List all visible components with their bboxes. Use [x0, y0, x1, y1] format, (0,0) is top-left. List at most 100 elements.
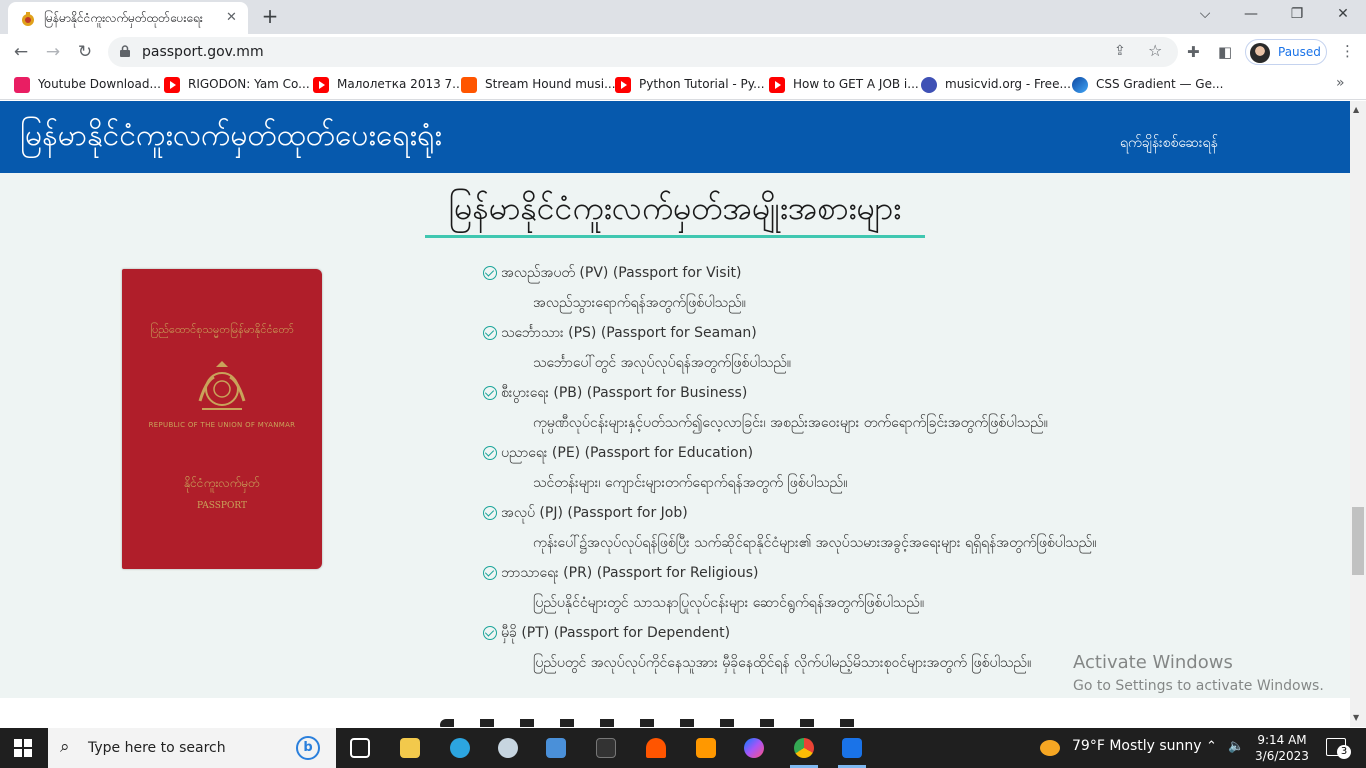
passport-type-desc: ပြည်ပတွင် အလုပ်လုပ်ကိုင်နေသူအား မှီခိုနေ… — [533, 655, 1032, 671]
bookmark-star-icon[interactable]: ☆ — [1148, 41, 1162, 60]
passport-cover-word: PASSPORT — [197, 501, 247, 511]
passport-type-name: စီးပွားရေး (PB) (Passport for Business) — [501, 385, 748, 401]
page-scrollbar[interactable]: ▲ ▼ — [1350, 101, 1366, 727]
globe-icon — [921, 77, 937, 93]
passport-type-desc: အလည်သွားရောက်ရန်အတွက်ဖြစ်ပါသည်။ — [533, 295, 746, 311]
avatar — [1250, 43, 1270, 63]
passport-type-name: ပညာရေး (PE) (Passport for Education) — [501, 445, 754, 461]
css-gradient-icon — [1072, 77, 1088, 93]
lock-icon — [120, 45, 130, 57]
messenger-icon[interactable] — [730, 728, 778, 768]
check-circle-icon — [483, 506, 497, 520]
passport-type-desc: ကုန်းပေါ်၌အလုပ်လုပ်ရန်ဖြစ်ပြီး သက်ဆိုင်ရ… — [533, 535, 1097, 551]
passport-type-name: သင်္ဘောသား (PS) (Passport for Seaman) — [501, 325, 757, 341]
check-circle-icon — [483, 386, 497, 400]
passport-type-name: အလည်အပတ် (PV) (Passport for Visit) — [501, 265, 742, 281]
scroll-up-icon[interactable]: ▲ — [1353, 105, 1359, 114]
bing-icon[interactable]: b — [296, 736, 320, 760]
browser-tab[interactable]: မြန်မာနိုင်ငံကူးလက်မှတ်ထုတ်ပေးရေး ✕ — [8, 2, 248, 34]
passport-type-list: အလည်အပတ် (PV) (Passport for Visit) အလည်သ… — [483, 263, 1343, 683]
browser-toolbar: ← → ↻ passport.gov.mm ⇪ ☆ ✚ ◧ Paused ⋮ — [0, 34, 1366, 70]
telegram-icon[interactable] — [436, 728, 484, 768]
passport-cover-english-text: REPUBLIC OF THE UNION OF MYANMAR — [148, 421, 296, 429]
weather-text: 79°F Mostly sunny — [1072, 738, 1202, 754]
new-tab-button[interactable]: + — [258, 4, 282, 28]
check-circle-icon — [483, 446, 497, 460]
profile-status: Paused — [1278, 45, 1321, 59]
file-explorer-icon[interactable] — [386, 728, 434, 768]
extensions-icon[interactable]: ✚ — [1187, 43, 1200, 61]
myanmar-emblem-icon — [22, 12, 34, 26]
steam-icon[interactable] — [484, 728, 532, 768]
scrollbar-thumb[interactable] — [1352, 507, 1364, 575]
sublime-text-icon[interactable] — [682, 728, 730, 768]
bookmarks-bar: Youtube Download... RIGODON: Yam Co... М… — [0, 70, 1366, 100]
soundcloud-app-icon[interactable] — [632, 728, 680, 768]
list-item: အလည်အပတ် (PV) (Passport for Visit) အလည်သ… — [483, 263, 1343, 323]
check-circle-icon — [483, 626, 497, 640]
volume-icon[interactable]: 🔈 — [1228, 739, 1244, 754]
list-item: စီးပွားရေး (PB) (Passport for Business) … — [483, 383, 1343, 443]
side-panel-icon[interactable]: ◧ — [1218, 43, 1232, 61]
reload-button[interactable]: ↻ — [72, 39, 98, 65]
address-bar[interactable]: passport.gov.mm ⇪ ☆ — [108, 37, 1178, 67]
passport-type-desc: ကုမ္ပဏီလုပ်ငန်းများနှင့်ပတ်သက်၍လေ့လာခြင်… — [533, 415, 1048, 431]
badge-app-icon[interactable] — [828, 728, 876, 768]
youtube-icon — [313, 77, 329, 93]
scroll-down-icon[interactable]: ▼ — [1353, 713, 1359, 722]
tab-title: မြန်မာနိုင်ငံကူးလက်မှတ်ထုတ်ပေးရေး — [44, 11, 203, 25]
url-text: passport.gov.mm — [142, 44, 264, 60]
youtube-icon — [769, 77, 785, 93]
watermark-subtitle: Go to Settings to activate Windows. — [1073, 678, 1324, 694]
windows-start-icon[interactable] — [14, 739, 32, 757]
state-seal-icon — [198, 361, 246, 410]
more-bookmarks-icon[interactable]: » — [1336, 75, 1345, 91]
passport-type-desc: သင်တန်းများ၊ ကျောင်းများတက်ရောက်ရန်အတွက်… — [533, 475, 848, 491]
passport-type-name: အလုပ် (PJ) (Passport for Job) — [501, 505, 688, 521]
list-item: အလုပ် (PJ) (Passport for Job) ကုန်းပေါ်၌… — [483, 503, 1343, 563]
notification-icon[interactable]: 3 — [1326, 738, 1351, 759]
list-item: သင်္ဘောသား (PS) (Passport for Seaman) သင… — [483, 323, 1343, 383]
passport-type-desc: သင်္ဘောပေါ်တွင် အလုပ်လုပ်ရန်အတွက်ဖြစ်ပါသ… — [533, 355, 792, 371]
chrome-icon[interactable] — [780, 728, 828, 768]
web-page: မြန်မာနိုင်ငံကူးလက်မှတ်ထုတ်ပေးရေးရုံး ရက… — [0, 101, 1350, 727]
clock-time: 9:14 AM — [1257, 733, 1307, 747]
activate-windows-watermark: Activate Windows Go to Settings to activ… — [1073, 652, 1324, 694]
share-icon[interactable]: ⇪ — [1114, 43, 1126, 59]
section-heading: မြန်မာနိုင်ငံကူးလက်မှတ်အမျိုးအစားများ — [448, 189, 902, 227]
next-section-heading-peek — [440, 719, 860, 727]
close-window-button[interactable]: ✕ — [1320, 0, 1366, 30]
partly-sunny-icon — [1040, 740, 1060, 756]
download-icon — [14, 77, 30, 93]
windows-taskbar: ⌕ Type here to search b 79°F Mostly sunn… — [0, 728, 1366, 768]
passport-type-name: ဘာသာရေး (PR) (Passport for Religious) — [501, 565, 759, 581]
profile-button[interactable]: Paused — [1245, 39, 1327, 65]
forward-button[interactable]: → — [40, 39, 66, 65]
passport-cover-bottom-text: နိုင်ငံကူးလက်မှတ် — [184, 476, 260, 490]
taskbar-search[interactable]: ⌕ Type here to search b — [48, 728, 336, 768]
news-icon[interactable] — [532, 728, 580, 768]
list-item: ပညာရေး (PE) (Passport for Education) သင်… — [483, 443, 1343, 503]
tab-search-icon[interactable]: ⌵ — [1182, 0, 1228, 30]
tab-close-icon[interactable]: ✕ — [226, 10, 237, 25]
check-circle-icon — [483, 566, 497, 580]
list-item: ဘာသာရေး (PR) (Passport for Religious) ပြ… — [483, 563, 1343, 623]
tab-strip: မြန်မာနိုင်ငံကူးလက်မှတ်ထုတ်ပေးရေး ✕ + ⌵ … — [0, 0, 1366, 34]
clock[interactable]: 9:14 AM 3/6/2023 — [1252, 732, 1312, 764]
search-icon: ⌕ — [60, 737, 70, 757]
next-section — [0, 698, 1350, 727]
passport-type-name: မှီခို (PT) (Passport for Dependent) — [501, 625, 731, 641]
site-title[interactable]: မြန်မာနိုင်ငံကူးလက်မှတ်ထုတ်ပေးရေးရုံး — [20, 115, 442, 160]
minimize-button[interactable]: — — [1228, 0, 1274, 30]
back-button[interactable]: ← — [8, 39, 34, 65]
restore-button[interactable]: ❐ — [1274, 0, 1320, 30]
tray-chevron-icon[interactable]: ⌃ — [1206, 739, 1217, 754]
task-view-icon[interactable] — [336, 728, 384, 768]
watermark-title: Activate Windows — [1073, 652, 1233, 673]
passport-type-desc: ပြည်ပနိုင်ငံများတွင် သာသနာပြုလုပ်ငန်းမျာ… — [533, 595, 925, 611]
search-placeholder: Type here to search — [88, 740, 226, 756]
live-icon[interactable] — [582, 728, 630, 768]
site-header: မြန်မာနိုင်ငံကူးလက်မှတ်ထုတ်ပေးရေးရုံး ရက… — [0, 101, 1350, 173]
menu-icon[interactable]: ⋮ — [1340, 42, 1355, 60]
appointment-check-link[interactable]: ရက်ချိန်းစစ်ဆေးရန် — [1120, 133, 1218, 154]
